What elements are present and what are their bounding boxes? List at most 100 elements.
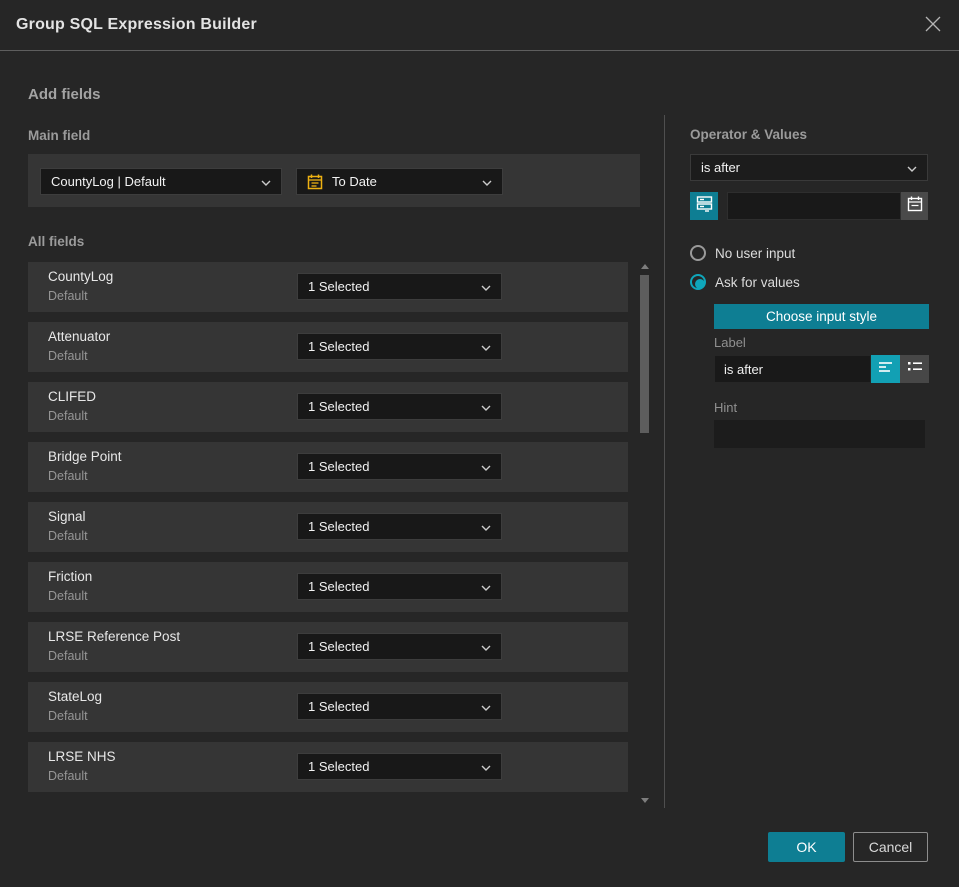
cancel-button[interactable]: Cancel xyxy=(853,832,928,862)
main-field-select[interactable]: CountyLog | Default xyxy=(40,168,282,195)
field-row-selected-value: 1 Selected xyxy=(308,459,370,474)
field-row-selected-value: 1 Selected xyxy=(308,759,370,774)
main-field-label: Main field xyxy=(28,128,91,143)
radio-checked-icon xyxy=(690,274,706,290)
field-row-selected-dropdown[interactable]: 1 Selected xyxy=(297,573,502,600)
field-row-selected-dropdown[interactable]: 1 Selected xyxy=(297,633,502,660)
field-row: CountyLog Default 1 Selected xyxy=(28,262,628,312)
scrollbar-up-icon[interactable] xyxy=(641,264,649,269)
chevron-down-icon xyxy=(481,699,491,714)
chevron-down-icon xyxy=(482,174,492,189)
operator-select[interactable]: is after xyxy=(690,154,928,181)
field-row: Attenuator Default 1 Selected xyxy=(28,322,628,372)
panel-divider xyxy=(664,115,665,808)
field-row-selected-dropdown[interactable]: 1 Selected xyxy=(297,693,502,720)
field-row-selected-value: 1 Selected xyxy=(308,639,370,654)
field-row-name: Friction xyxy=(48,569,93,584)
operator-select-value: is after xyxy=(701,160,741,175)
chevron-down-icon xyxy=(481,279,491,294)
ok-button[interactable]: OK xyxy=(768,832,845,862)
radio-no-user-input-label: No user input xyxy=(715,245,796,261)
hint-input[interactable] xyxy=(714,420,925,448)
scrollbar-down-icon[interactable] xyxy=(641,798,649,803)
close-icon xyxy=(924,15,942,38)
field-row-name: Signal xyxy=(48,509,86,524)
main-field-panel: CountyLog | Default To Date xyxy=(28,154,640,207)
dialog-header: Group SQL Expression Builder xyxy=(0,0,959,51)
field-row-selected-value: 1 Selected xyxy=(308,699,370,714)
unique-values-icon xyxy=(696,195,713,217)
field-row-subtitle: Default xyxy=(48,289,88,303)
field-row-selected-dropdown[interactable]: 1 Selected xyxy=(297,513,502,540)
field-row-subtitle: Default xyxy=(48,529,88,543)
choose-input-style-button[interactable]: Choose input style xyxy=(714,304,929,329)
field-row: CLIFED Default 1 Selected xyxy=(28,382,628,432)
chevron-down-icon xyxy=(481,519,491,534)
field-type-select[interactable]: To Date xyxy=(296,168,503,195)
field-row-selected-value: 1 Selected xyxy=(308,519,370,534)
single-input-style-button[interactable] xyxy=(871,355,900,383)
date-picker-button[interactable] xyxy=(901,192,928,220)
field-row-selected-value: 1 Selected xyxy=(308,399,370,414)
field-row-name: Bridge Point xyxy=(48,449,122,464)
field-row-subtitle: Default xyxy=(48,469,88,483)
field-row-subtitle: Default xyxy=(48,349,88,363)
field-type-select-value: To Date xyxy=(332,174,377,189)
chevron-down-icon xyxy=(481,399,491,414)
calendar-icon xyxy=(307,174,323,190)
radio-unchecked-icon xyxy=(690,245,706,261)
all-fields-label: All fields xyxy=(28,234,85,249)
field-row-selected-dropdown[interactable]: 1 Selected xyxy=(297,453,502,480)
chevron-down-icon xyxy=(481,339,491,354)
field-row-selected-dropdown[interactable]: 1 Selected xyxy=(297,753,502,780)
field-row-subtitle: Default xyxy=(48,409,88,423)
scrollbar-thumb[interactable] xyxy=(640,275,649,433)
hint-caption: Hint xyxy=(714,400,738,415)
field-row: LRSE Reference Post Default 1 Selected xyxy=(28,622,628,672)
field-row-subtitle: Default xyxy=(48,649,88,663)
value-input[interactable] xyxy=(727,192,901,220)
field-row: Signal Default 1 Selected xyxy=(28,502,628,552)
chevron-down-icon xyxy=(481,459,491,474)
radio-ask-for-values[interactable]: Ask for values xyxy=(690,274,800,290)
label-input[interactable] xyxy=(714,355,871,383)
field-row-name: CountyLog xyxy=(48,269,114,284)
field-row-selected-value: 1 Selected xyxy=(308,279,370,294)
add-fields-heading: Add fields xyxy=(28,86,101,103)
chevron-down-icon xyxy=(481,639,491,654)
chevron-down-icon xyxy=(907,160,917,175)
field-row-selected-dropdown[interactable]: 1 Selected xyxy=(297,273,502,300)
operator-values-heading: Operator & Values xyxy=(690,127,808,142)
field-row-selected-dropdown[interactable]: 1 Selected xyxy=(297,333,502,360)
dialog-title: Group SQL Expression Builder xyxy=(16,16,257,33)
field-row-name: LRSE NHS xyxy=(48,749,116,764)
field-row-name: CLIFED xyxy=(48,389,97,404)
radio-ask-for-values-label: Ask for values xyxy=(715,274,800,290)
field-row-name: StateLog xyxy=(48,689,103,704)
align-left-icon xyxy=(878,360,894,379)
chevron-down-icon xyxy=(481,759,491,774)
field-row-name: Attenuator xyxy=(48,329,111,344)
field-row: StateLog Default 1 Selected xyxy=(28,682,628,732)
field-row-selected-value: 1 Selected xyxy=(308,339,370,354)
field-row-subtitle: Default xyxy=(48,709,88,723)
close-button[interactable] xyxy=(921,14,945,38)
bullet-list-icon xyxy=(907,360,923,379)
field-row: Friction Default 1 Selected xyxy=(28,562,628,612)
list-scrollbar[interactable] xyxy=(638,256,653,805)
field-row-selected-dropdown[interactable]: 1 Selected xyxy=(297,393,502,420)
radio-no-user-input[interactable]: No user input xyxy=(690,245,795,261)
chevron-down-icon xyxy=(481,579,491,594)
label-caption: Label xyxy=(714,335,746,350)
all-fields-list: CountyLog Default 1 Selected Attenuator … xyxy=(28,262,628,802)
field-row: LRSE NHS Default 1 Selected xyxy=(28,742,628,792)
chevron-down-icon xyxy=(261,174,271,189)
field-row: Bridge Point Default 1 Selected xyxy=(28,442,628,492)
field-row-subtitle: Default xyxy=(48,769,88,783)
field-row-selected-value: 1 Selected xyxy=(308,579,370,594)
calendar-icon xyxy=(907,196,923,217)
unique-values-button[interactable] xyxy=(690,192,718,220)
main-field-select-value: CountyLog | Default xyxy=(51,174,166,189)
list-input-style-button[interactable] xyxy=(900,355,929,383)
group-sql-expression-builder-dialog: Group SQL Expression Builder Add fields … xyxy=(0,0,959,887)
